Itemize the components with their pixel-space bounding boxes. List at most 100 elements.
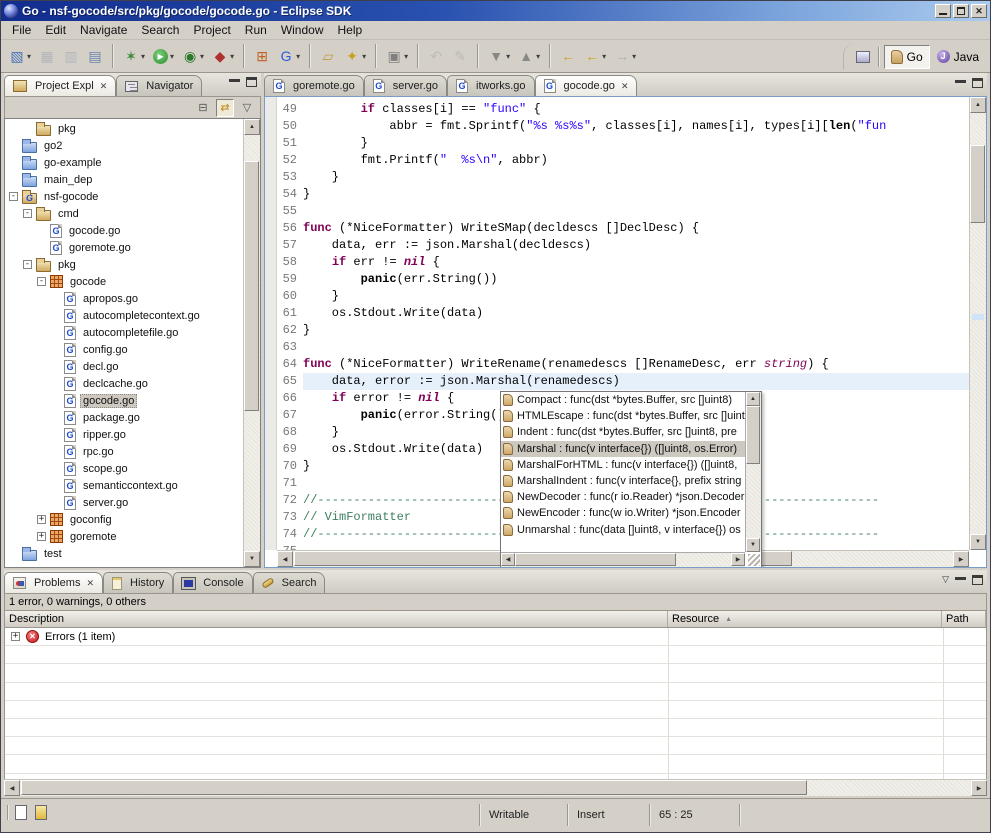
scrollbar-thumb[interactable] xyxy=(746,406,760,464)
editor-tab-server.go[interactable]: Gserver.go xyxy=(364,75,447,96)
run-last-button[interactable]: ◉▾ xyxy=(178,44,208,68)
scroll-down-icon[interactable]: ▼ xyxy=(970,534,986,550)
annotation-button[interactable]: ▣▾ xyxy=(382,44,412,68)
previous-annotation-button[interactable]: ▲▾ xyxy=(514,44,544,68)
scrollbar-thumb[interactable] xyxy=(21,780,807,795)
tree-item-go-example[interactable]: go-example xyxy=(5,154,243,171)
view-tab-problems[interactable]: Problems✕ xyxy=(4,572,103,593)
menu-item-project[interactable]: Project xyxy=(186,22,237,38)
dropdown-arrow-icon[interactable]: ▾ xyxy=(602,52,606,61)
proposal-marshal[interactable]: Marshal : func(v interface{}) ([]uint8, … xyxy=(501,441,745,457)
explorer-scrollbar[interactable]: ▲ ▼ xyxy=(243,119,260,567)
proposal-marshalindent[interactable]: MarshalIndent : func(v interface{}, pref… xyxy=(501,473,745,489)
editor-tab-itworks.go[interactable]: Gitworks.go xyxy=(447,75,535,96)
run-button[interactable]: ▶▾ xyxy=(149,44,178,68)
scroll-left-icon[interactable]: ◀ xyxy=(501,553,515,566)
scroll-left-icon[interactable]: ◀ xyxy=(277,551,293,567)
scrollbar-thumb[interactable] xyxy=(244,161,259,411)
popup-resize-grip[interactable] xyxy=(748,554,760,566)
tree-item-go2[interactable]: go2 xyxy=(5,137,243,154)
tree-item-gocode.go[interactable]: Ggocode.go xyxy=(5,222,243,239)
tree-item-gocode[interactable]: -gocode xyxy=(5,273,243,290)
expander-icon[interactable]: - xyxy=(37,277,46,286)
expander-icon[interactable]: - xyxy=(9,192,18,201)
dropdown-arrow-icon[interactable]: ▾ xyxy=(362,52,366,61)
close-icon[interactable]: ✕ xyxy=(98,81,108,92)
tree-item-package.go[interactable]: Gpackage.go xyxy=(5,409,243,426)
dropdown-arrow-icon[interactable]: ▾ xyxy=(632,52,636,61)
import-button[interactable]: ▱ xyxy=(316,44,340,68)
annotation-ruler[interactable] xyxy=(265,97,277,550)
scroll-down-icon[interactable]: ▼ xyxy=(244,551,260,567)
proposal-indent[interactable]: Indent : func(dst *bytes.Buffer, src []u… xyxy=(501,424,745,440)
menu-item-search[interactable]: Search xyxy=(134,22,186,38)
proposal-newencoder[interactable]: NewEncoder : func(w io.Writer) *json.Enc… xyxy=(501,505,745,521)
scroll-right-icon[interactable]: ▶ xyxy=(953,551,969,567)
expander-icon[interactable]: - xyxy=(23,209,32,218)
maximize-view-button[interactable] xyxy=(972,575,983,585)
view-tab-search[interactable]: Search xyxy=(253,572,326,593)
dropdown-arrow-icon[interactable]: ▾ xyxy=(536,52,540,61)
scroll-up-icon[interactable]: ▲ xyxy=(970,97,986,113)
new-package-button[interactable]: ⊞ xyxy=(250,44,274,68)
scroll-right-icon[interactable]: ▶ xyxy=(731,553,745,566)
minimize-button[interactable] xyxy=(935,4,951,18)
menu-item-run[interactable]: Run xyxy=(238,22,274,38)
proposal-htmlescape[interactable]: HTMLEscape : func(dst *bytes.Buffer, src… xyxy=(501,408,745,424)
menu-item-edit[interactable]: Edit xyxy=(38,22,73,38)
debug-button[interactable]: ✶▾ xyxy=(119,44,149,68)
view-tab-console[interactable]: Console xyxy=(173,572,252,593)
tree-item-ripper.go[interactable]: Gripper.go xyxy=(5,426,243,443)
new-wizard-button[interactable]: ▧▾ xyxy=(5,44,35,68)
new-go-element-button[interactable]: G▾ xyxy=(274,44,304,68)
fast-view-icon[interactable] xyxy=(15,805,27,820)
tree-item-pkg[interactable]: pkg xyxy=(5,120,243,137)
expander-icon[interactable]: + xyxy=(37,532,46,541)
scroll-down-icon[interactable]: ▼ xyxy=(746,538,760,552)
popup-horizontal-scrollbar[interactable]: ◀ ▶ xyxy=(501,552,745,567)
expander-icon[interactable]: + xyxy=(37,515,46,524)
column-resource[interactable]: Resource▲ xyxy=(668,611,942,627)
perspective-go-button[interactable]: Go xyxy=(884,45,930,69)
problems-horizontal-scrollbar[interactable]: ◀ ▶ xyxy=(4,779,987,796)
collapse-all-button[interactable]: ⊟ xyxy=(194,99,212,117)
proposal-marshalforhtml[interactable]: MarshalForHTML : func(v interface{}) ([]… xyxy=(501,457,745,473)
menu-item-file[interactable]: File xyxy=(5,22,38,38)
minimize-view-button[interactable] xyxy=(955,576,966,580)
view-menu-button[interactable]: ▽ xyxy=(238,99,256,117)
dropdown-arrow-icon[interactable]: ▾ xyxy=(506,52,510,61)
title-bar[interactable]: Go - nsf-gocode/src/pkg/gocode/gocode.go… xyxy=(1,1,990,21)
column-description[interactable]: Description xyxy=(5,611,668,627)
scrollbar-thumb[interactable] xyxy=(970,145,985,223)
tree-item-test[interactable]: test xyxy=(5,545,243,562)
maximize-button[interactable] xyxy=(953,4,969,18)
proposal-newdecoder[interactable]: NewDecoder : func(r io.Reader) *json.Dec… xyxy=(501,489,745,505)
tree-item-goremote[interactable]: +goremote xyxy=(5,528,243,545)
maximize-editor-button[interactable] xyxy=(972,78,983,88)
last-edit-location-button[interactable]: ← xyxy=(556,44,580,68)
tree-item-semanticcontext.go[interactable]: Gsemanticcontext.go xyxy=(5,477,243,494)
perspective-java-button[interactable]: J Java xyxy=(930,45,986,69)
tree-item-autocompletefile.go[interactable]: Gautocompletefile.go xyxy=(5,324,243,341)
tree-item-nsf-gocode[interactable]: -Gnsf-gocode xyxy=(5,188,243,205)
link-with-editor-button[interactable]: ⇄ xyxy=(216,99,234,117)
tab-navigator[interactable]: Navigator xyxy=(116,75,202,96)
dropdown-arrow-icon[interactable]: ▾ xyxy=(141,52,145,61)
expander-icon[interactable]: - xyxy=(23,260,32,269)
menu-item-help[interactable]: Help xyxy=(331,22,370,38)
tree-item-apropos.go[interactable]: Gapropos.go xyxy=(5,290,243,307)
fast-view-icon[interactable] xyxy=(35,805,47,820)
minimize-view-button[interactable] xyxy=(229,78,240,82)
editor-tab-goremote.go[interactable]: Ggoremote.go xyxy=(264,75,364,96)
forward-button[interactable]: →▾ xyxy=(610,44,640,68)
view-menu-button[interactable]: ▽ xyxy=(942,574,949,585)
tree-item-server.go[interactable]: Gserver.go xyxy=(5,494,243,511)
dropdown-arrow-icon[interactable]: ▾ xyxy=(404,52,408,61)
close-icon[interactable]: ✕ xyxy=(84,578,94,589)
dropdown-arrow-icon[interactable]: ▾ xyxy=(170,52,174,61)
scroll-up-icon[interactable]: ▲ xyxy=(746,392,760,406)
proposal-unmarshal[interactable]: Unmarshal : func(data []uint8, v interfa… xyxy=(501,522,745,538)
dropdown-arrow-icon[interactable]: ▾ xyxy=(200,52,204,61)
scrollbar-thumb[interactable] xyxy=(515,553,676,566)
maximize-view-button[interactable] xyxy=(246,77,257,87)
